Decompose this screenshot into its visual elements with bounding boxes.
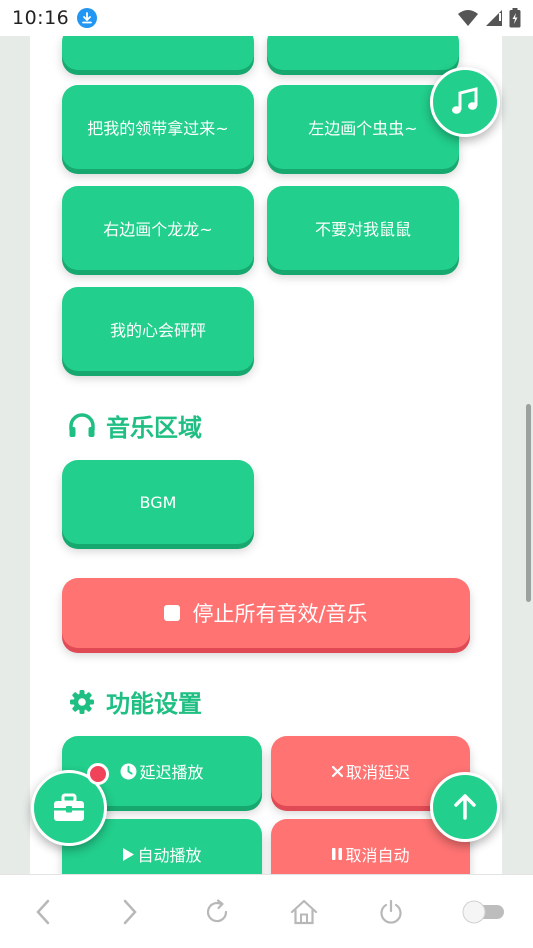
auto-play-label: 自动播放 — [137, 846, 202, 865]
status-time: 10:16 — [12, 7, 70, 29]
settings-section-label: 功能设置 — [106, 690, 202, 718]
forward-icon — [123, 899, 137, 924]
home-button[interactable] — [282, 890, 326, 934]
toolbox-icon — [54, 793, 84, 821]
sound-button[interactable] — [267, 36, 459, 70]
signal-icon — [486, 10, 502, 26]
wifi-icon — [458, 10, 478, 26]
sound-button-label: 左边画个虫虫~ — [308, 119, 418, 138]
sound-button[interactable]: 不要对我鼠鼠 — [267, 186, 459, 270]
reload-button[interactable] — [195, 890, 239, 934]
scrollbar[interactable] — [526, 404, 531, 602]
arrow-up-icon — [454, 794, 476, 820]
notification-badge — [87, 763, 109, 785]
page-content: 把我的领带拿过来~ 左边画个虫虫~ 右边画个龙龙~ 不要对我鼠鼠 我的心会砰砰 … — [30, 36, 502, 874]
battery-icon — [509, 8, 521, 28]
browser-navbar — [0, 874, 533, 948]
back-icon — [36, 899, 50, 924]
stop-all-button[interactable]: 停止所有音效/音乐 — [62, 578, 470, 648]
sound-button-label: 把我的领带拿过来~ — [87, 119, 229, 138]
music-section-title: 音乐区域 — [68, 408, 202, 443]
cancel-delay-label: 取消延迟 — [345, 763, 410, 782]
home-icon — [290, 899, 317, 924]
pause-icon — [332, 848, 343, 860]
music-note-icon — [452, 87, 478, 114]
power-icon — [380, 899, 402, 924]
sound-button[interactable]: 我的心会砰砰 — [62, 287, 254, 371]
music-fab-button[interactable] — [430, 67, 500, 137]
back-button[interactable] — [21, 890, 65, 934]
status-bar: 10:16 — [0, 0, 533, 36]
sound-button[interactable]: 把我的领带拿过来~ — [62, 85, 254, 169]
sound-button-label: 不要对我鼠鼠 — [314, 220, 411, 239]
stop-all-label: 停止所有音效/音乐 — [192, 602, 368, 626]
forward-button[interactable] — [108, 890, 152, 934]
toggle-icon — [462, 900, 504, 923]
download-icon — [77, 8, 98, 28]
sound-button[interactable] — [62, 36, 254, 70]
music-section-label: 音乐区域 — [106, 414, 202, 442]
toggle-switch[interactable] — [456, 890, 512, 934]
delay-play-label: 延迟播放 — [139, 763, 204, 782]
scroll-top-button[interactable] — [430, 772, 500, 842]
settings-section-title: 功能设置 — [68, 684, 202, 719]
sound-button-label: 右边画个龙龙~ — [103, 220, 213, 239]
play-icon — [123, 847, 135, 861]
clock-icon — [121, 763, 137, 779]
gear-icon — [70, 689, 94, 714]
stop-icon — [164, 605, 181, 621]
power-button[interactable] — [369, 890, 413, 934]
close-icon — [331, 765, 344, 777]
status-icons — [457, 8, 521, 28]
cancel-auto-label: 取消自动 — [345, 846, 410, 865]
bgm-button-label: BGM — [139, 492, 177, 512]
reload-icon — [207, 898, 228, 922]
sound-button[interactable]: 右边画个龙龙~ — [62, 186, 254, 270]
headphones-icon — [69, 412, 95, 437]
bgm-button[interactable]: BGM — [62, 460, 254, 544]
sound-button-label: 我的心会砰砰 — [109, 321, 206, 340]
